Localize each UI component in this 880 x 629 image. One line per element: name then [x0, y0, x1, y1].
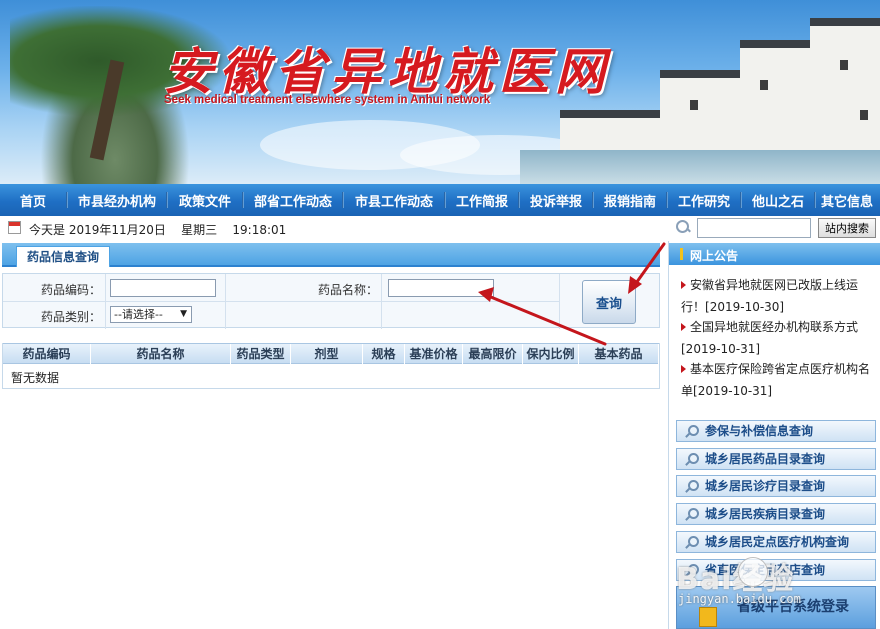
notice-date: [2019-10-30] — [705, 299, 785, 314]
form-divider — [381, 274, 382, 329]
button-label: 参保与补偿信息查询 — [705, 424, 814, 438]
drug-results-table: 药品编码 药品名称 药品类型 剂型 规格 基准价格 最高限价 保内比例 基本药品… — [2, 343, 660, 389]
form-divider — [3, 301, 559, 302]
current-date: 今天是 2019年11月20日 星期三 19:18:01 — [29, 223, 287, 237]
column-header[interactable]: 剂型 — [291, 344, 363, 364]
banner-building — [660, 70, 750, 160]
notice-date: [2019-10-31] — [681, 341, 761, 356]
calendar-icon — [8, 221, 21, 234]
search-icon — [685, 536, 699, 548]
form-divider — [225, 274, 226, 329]
dropdown-arrow-icon: ▼ — [180, 309, 187, 319]
nav-item-other-info[interactable]: 其它信息 — [816, 191, 878, 210]
watermark-url: jingyan.baidu.com — [678, 592, 801, 606]
banner-window — [760, 80, 768, 90]
banner-window — [690, 100, 698, 110]
column-header[interactable]: 保内比例 — [523, 344, 579, 364]
drug-name-input[interactable] — [388, 279, 494, 297]
notice-header: 网上公告 — [669, 243, 880, 265]
disease-catalog-query-button[interactable]: 城乡居民疾病目录查询 — [676, 503, 876, 525]
nav-item-other-stones[interactable]: 他山之石 — [742, 191, 814, 210]
bullet-triangle-icon — [681, 323, 686, 331]
notice-title: 网上公告 — [690, 249, 739, 263]
drug-code-input[interactable] — [110, 279, 216, 297]
button-label: 城乡居民疾病目录查询 — [705, 507, 826, 521]
drug-query-panel-header: 药品信息查询 — [2, 243, 660, 267]
notice-marker-icon — [680, 248, 683, 260]
main-nav: 首页 市县经办机构 政策文件 部省工作动态 市县工作动态 工作简报 投诉举报 报… — [0, 184, 880, 216]
banner-window — [840, 60, 848, 70]
insurance-compensation-query-button[interactable]: 参保与补偿信息查询 — [676, 420, 876, 442]
drug-catalog-query-button[interactable]: 城乡居民药品目录查询 — [676, 448, 876, 470]
column-header[interactable]: 最高限价 — [463, 344, 523, 364]
nav-item-policy-docs[interactable]: 政策文件 — [168, 191, 242, 210]
banner-water — [520, 150, 880, 184]
drug-code-label: 药品编码： — [41, 283, 102, 297]
nav-item-briefs[interactable]: 工作简报 — [446, 191, 518, 210]
drug-category-selected: --请选择-- — [114, 308, 163, 321]
column-header[interactable]: 基准价格 — [405, 344, 463, 364]
nav-item-research[interactable]: 工作研究 — [668, 191, 740, 210]
search-icon — [685, 508, 699, 520]
form-divider — [559, 274, 560, 329]
column-header[interactable]: 药品编码 — [3, 344, 91, 364]
drug-category-label: 药品类别： — [41, 310, 102, 324]
bullet-triangle-icon — [681, 365, 686, 373]
nav-item-reimburse-guide[interactable]: 报销指南 — [594, 191, 666, 210]
notice-date: [2019-10-31] — [693, 383, 773, 398]
search-icon — [685, 425, 699, 437]
site-search-input[interactable] — [697, 218, 811, 238]
column-header[interactable]: 规格 — [363, 344, 405, 364]
header-banner: 安徽省异地就医网 Seek medical treatment elsewher… — [0, 0, 880, 184]
search-icon — [685, 453, 699, 465]
paw-icon — [738, 557, 768, 587]
button-label: 城乡居民诊疗目录查询 — [705, 479, 826, 493]
search-icon — [685, 480, 699, 492]
nav-item-ministry-news[interactable]: 部省工作动态 — [244, 191, 342, 210]
banner-building — [810, 18, 880, 168]
bullet-triangle-icon — [681, 281, 686, 289]
site-subtitle: Seek medical treatment elsewhere system … — [164, 94, 491, 106]
table-header: 药品编码 药品名称 药品类型 剂型 规格 基准价格 最高限价 保内比例 基本药品 — [3, 343, 659, 364]
banner-window — [860, 110, 868, 120]
button-label: 城乡居民药品目录查询 — [705, 452, 826, 466]
empty-table-message: 暂无数据 — [11, 371, 60, 385]
notice-item[interactable]: 基本医疗保险跨省定点医疗机构名单[2019-10-31] — [681, 359, 876, 402]
form-divider — [105, 274, 106, 329]
nav-item-complaints[interactable]: 投诉举报 — [520, 191, 592, 210]
button-label: 城乡居民定点医疗机构查询 — [705, 535, 850, 549]
banner-building — [740, 40, 820, 165]
tab-drug-query[interactable]: 药品信息查询 — [16, 246, 111, 267]
column-header[interactable]: 基本药品 — [579, 344, 659, 364]
notice-item[interactable]: 安徽省异地就医网已改版上线运行！[2019-10-30] — [681, 275, 876, 318]
search-icon — [676, 220, 690, 234]
query-button[interactable]: 查询 — [582, 280, 636, 324]
drug-name-label: 药品名称： — [318, 283, 379, 297]
nav-item-home[interactable]: 首页 — [0, 191, 66, 210]
treatment-catalog-query-button[interactable]: 城乡居民诊疗目录查询 — [676, 475, 876, 497]
nav-item-county-agencies[interactable]: 市县经办机构 — [68, 191, 166, 210]
drug-category-select[interactable]: --请选择-- ▼ — [110, 306, 192, 323]
baidu-jingyan-watermark: Bai经验 jingyan.baidu.com — [672, 548, 880, 620]
notice-item[interactable]: 全国异地就医经办机构联系方式 [2019-10-31] — [681, 317, 876, 360]
site-search-button[interactable]: 站内搜索 — [818, 218, 876, 238]
column-header[interactable]: 药品名称 — [91, 344, 231, 364]
notice-text: 全国异地就医经办机构联系方式 — [690, 320, 859, 334]
column-header[interactable]: 药品类型 — [231, 344, 291, 364]
nav-item-county-news[interactable]: 市县工作动态 — [344, 191, 444, 210]
